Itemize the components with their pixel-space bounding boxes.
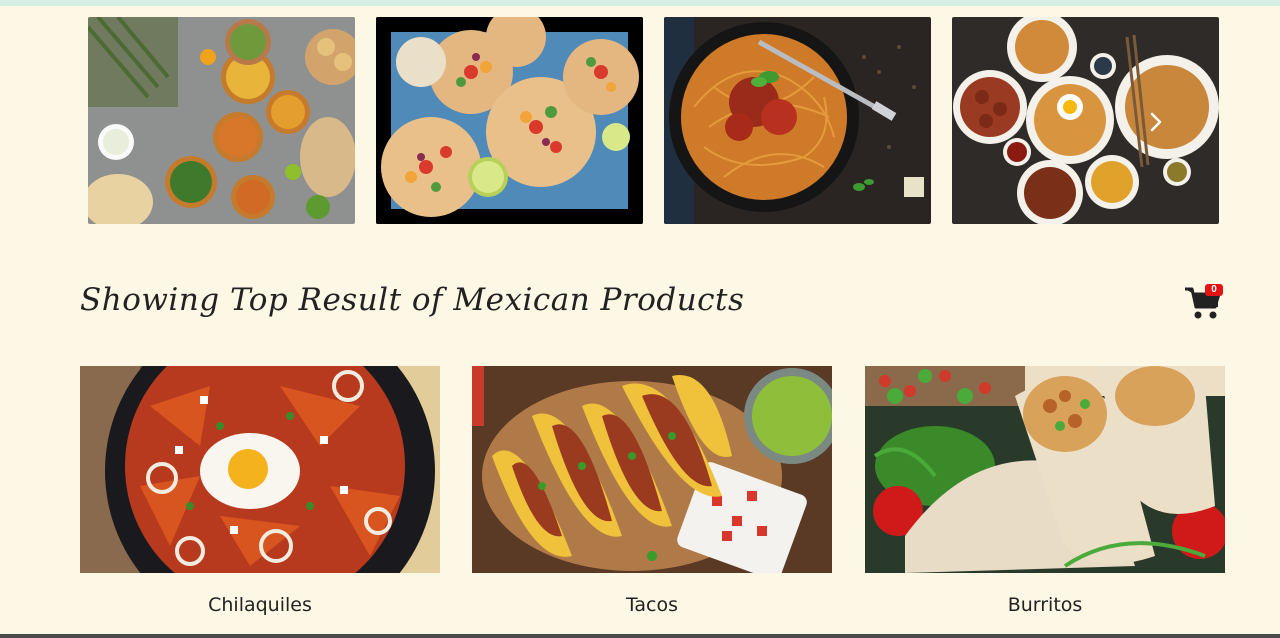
top-strip	[0, 0, 1280, 6]
product-name[interactable]: Burritos	[865, 594, 1225, 616]
carousel-slide-asian-noodles	[952, 17, 1219, 224]
product-image-burritos[interactable]	[865, 366, 1225, 573]
carousel-slide-tostadas	[376, 17, 643, 224]
product-name[interactable]: Chilaquiles	[80, 594, 440, 616]
product-card-chilaquiles[interactable]: Chilaquiles	[80, 366, 440, 626]
product-name[interactable]: Tacos	[472, 594, 832, 616]
product-grid: Chilaquiles Tacos Burritos	[80, 366, 1226, 626]
product-card-tacos[interactable]: Tacos	[472, 366, 832, 626]
product-image-tacos[interactable]	[472, 366, 832, 573]
image-carousel[interactable]	[88, 17, 1219, 224]
cart-count-badge: 0	[1205, 284, 1223, 296]
product-image-chilaquiles[interactable]	[80, 366, 440, 573]
product-card-burritos[interactable]: Burritos	[865, 366, 1225, 626]
bottom-edge	[0, 634, 1280, 638]
carousel-next-button[interactable]	[1148, 110, 1164, 134]
page-heading: Showing Top Result of Mexican Products	[80, 282, 745, 318]
carousel-slide-spaghetti	[664, 17, 931, 224]
cart-button[interactable]: 0	[1184, 282, 1226, 320]
chevron-right-icon	[1150, 112, 1162, 132]
carousel-slide-indian-food	[88, 17, 355, 224]
